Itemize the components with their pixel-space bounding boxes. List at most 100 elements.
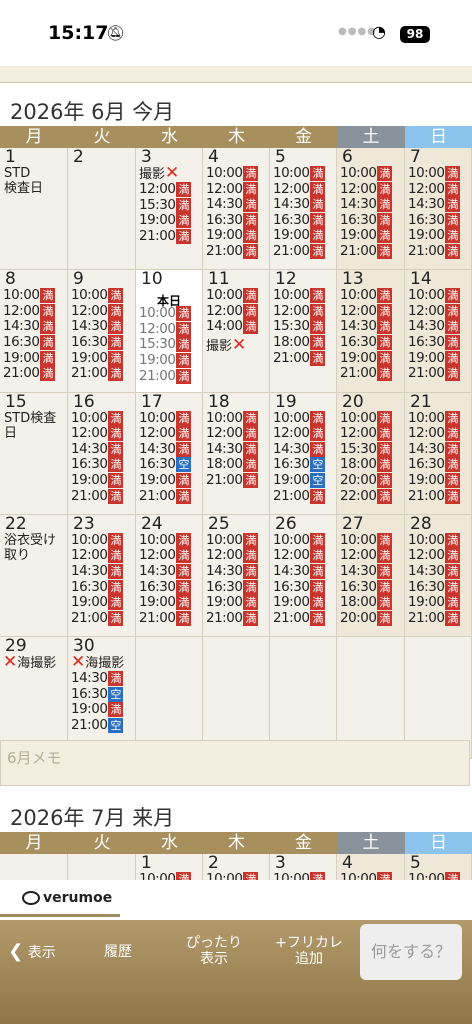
time-slot[interactable]: 16:30 満 [206,212,259,229]
time-slot[interactable]: 16:30 空 [273,457,326,473]
time-slot[interactable]: 12:00 満 [340,303,393,320]
time-slot[interactable]: 21:00 満 [139,610,192,627]
time-slot[interactable]: 10:00 満 [408,871,461,880]
time-slot[interactable]: 14:30 満 [408,563,461,580]
time-slot[interactable]: 21:00 満 [3,366,56,382]
day-cell[interactable]: 16 10:00 満 12:00 満 14:30 満 16:30 満 19:00 満 21:00 満 [68,392,136,515]
time-slot[interactable]: 10:00 満 [139,410,192,427]
time-slot[interactable]: 21:00 満 [206,472,259,489]
time-slot[interactable]: 21:00 満 [206,243,259,260]
history-button[interactable]: 履歴 [86,944,150,960]
time-slot[interactable]: 14:30 満 [206,563,259,580]
time-slot[interactable]: 12:00 満 [71,548,124,564]
ask-button[interactable]: 何をする？ [360,924,462,980]
day-cell[interactable]: 20 10:00 満 12:00 満 15:30 満 18:00 満 20:00 満 22:00 満 [337,392,405,515]
time-slot[interactable]: 12:00 満 [273,425,326,442]
day-cell[interactable]: 22 浴衣受け 取り [0,514,68,638]
time-slot[interactable]: 12:00 満 [273,548,326,564]
day-cell[interactable]: 4 10:00 満 [337,854,405,880]
time-slot[interactable]: 12:00 満 [71,303,124,320]
time-slot[interactable]: 10:00 満 [273,165,326,182]
time-slot[interactable]: 12:00 満 [3,303,56,320]
day-cell[interactable]: 1 10:00 満 [136,854,203,880]
time-slot[interactable]: 14:30 満 [408,441,461,458]
day-cell[interactable]: 3 撮影✕ 12:00 満 15:30 満 19:00 満 21:00 満 [136,148,203,271]
time-slot[interactable]: 16:30 満 [71,579,124,596]
day-cell[interactable]: 17 10:00 満 12:00 満 14:30 満 16:30 空 19:00 満 21:00 満 [136,392,203,515]
day-cell[interactable]: 19 10:00 満 12:00 満 14:30 満 16:30 空 19:00 空 21:00 満 [270,392,337,515]
time-slot[interactable]: 10:00 満 [340,532,393,549]
time-slot[interactable]: 14:30 満 [273,196,326,213]
day-cell[interactable]: 4 10:00 満 12:00 満 14:30 満 16:30 満 19:00 満 21:00 満 [203,148,270,271]
time-slot[interactable]: 10:00 満 [340,410,393,427]
time-slot[interactable]: 14:30 満 [273,441,326,458]
time-slot[interactable]: 12:00 満 [408,181,461,198]
time-slot[interactable]: 10:00 満 [71,410,124,427]
time-slot[interactable]: 10:00 満 [206,288,259,304]
time-slot[interactable]: 12:00 満 [139,425,192,442]
time-slot[interactable]: 15:30 満 [340,441,393,458]
day-cell[interactable] [0,854,68,880]
time-slot[interactable]: 21:00 満 [139,488,192,505]
time-slot[interactable]: 14:30 満 [139,563,192,580]
day-cell[interactable]: 11 10:00 満 12:00 満 14:00 満撮影✕ [203,270,270,393]
time-slot[interactable]: 12:00 満 [408,425,461,442]
time-slot[interactable]: 16:30 満 [408,457,461,473]
time-slot[interactable]: 10:00 満 [273,410,326,427]
fit-view-button[interactable]: ぴったり 表示 [172,935,256,967]
time-slot[interactable]: 19:00 満 [139,472,192,489]
time-slot[interactable]: 21:00 満 [273,488,326,505]
time-slot[interactable]: 12:00 満 [206,425,259,442]
day-cell[interactable]: 5 10:00 満 12:00 満 14:30 満 16:30 満 19:00 満 21:00 満 [270,148,337,271]
time-slot[interactable]: 18:00 満 [340,457,393,473]
time-slot[interactable]: 20:00 満 [340,472,393,489]
time-slot[interactable]: 10:00 満 [408,410,461,427]
time-slot[interactable]: 10:00 満 [273,532,326,549]
time-slot[interactable]: 10:00 満 [139,871,192,880]
day-cell[interactable]: 24 10:00 満 12:00 満 14:30 満 16:30 満 19:00 満 21:00 満 [136,514,203,638]
day-cell[interactable]: 9 10:00 満 12:00 満 14:30 満 16:30 満 19:00 満 21:00 満 [68,270,136,393]
day-cell[interactable]: 5 10:00 満 [405,854,472,880]
back-button[interactable]: ❮ 表示 [2,943,62,962]
time-slot[interactable]: 21:00 満 [71,488,124,505]
time-slot[interactable]: 12:00 満 [340,425,393,442]
time-slot[interactable]: 16:30 満 [273,212,326,229]
time-slot[interactable]: 21:00 満 [408,243,461,260]
time-slot[interactable]: 16:30 空 [71,686,124,703]
time-slot[interactable]: 12:00 満 [273,303,326,320]
time-slot[interactable]: 19:00 満 [273,228,326,244]
time-slot[interactable]: 14:30 満 [340,196,393,213]
time-slot[interactable]: 15:30 満 [273,319,326,335]
time-slot[interactable]: 10:00 満 [340,165,393,182]
day-cell[interactable]: 2 10:00 満 [203,854,270,880]
time-slot[interactable]: 14:30 満 [206,196,259,213]
time-slot[interactable]: 12:00 満 [206,181,259,198]
time-slot[interactable]: 14:30 満 [71,441,124,458]
time-slot[interactable]: 21:00 満 [340,243,393,260]
time-slot[interactable]: 14:30 満 [273,563,326,580]
time-slot[interactable]: 18:00 満 [340,595,393,611]
time-slot[interactable]: 16:30 満 [408,212,461,229]
time-slot[interactable]: 12:00 満 [139,181,192,198]
time-slot[interactable]: 19:00 満 [71,595,124,611]
day-cell[interactable]: 18 10:00 満 12:00 満 14:30 満 18:00 満 21:00 満 [203,392,270,515]
time-slot[interactable]: 16:30 満 [273,579,326,596]
day-cell[interactable]: 15 STD検査 日 [0,392,68,515]
time-slot[interactable]: 19:00 満 [273,595,326,611]
time-slot[interactable]: 10:00 満 [206,410,259,427]
time-slot[interactable]: 12:00 満 [71,425,124,442]
time-slot[interactable]: 12:00 満 [206,548,259,564]
time-slot[interactable]: 16:30 満 [139,579,192,596]
time-slot[interactable]: 12:00 満 [139,548,192,564]
day-cell[interactable]: 21 10:00 満 12:00 満 14:30 満 16:30 満 19:00 満 21:00 満 [405,392,472,515]
time-slot[interactable]: 19:00 満 [139,352,192,369]
time-slot[interactable]: 12:00 満 [340,548,393,564]
time-slot[interactable]: 14:30 満 [71,563,124,580]
time-slot[interactable]: 21:00 満 [139,368,192,385]
time-slot[interactable]: 14:30 満 [3,319,56,335]
day-cell[interactable]: 28 10:00 満 12:00 満 14:30 満 16:30 満 19:00 満 21:00 満 [405,514,472,638]
time-slot[interactable]: 21:00 満 [340,366,393,382]
time-slot[interactable]: 19:00 満 [340,350,393,367]
day-cell[interactable]: 3 10:00 満 [270,854,337,880]
day-cell[interactable]: 6 10:00 満 12:00 満 14:30 満 16:30 満 19:00 満 21:00 満 [337,148,405,271]
